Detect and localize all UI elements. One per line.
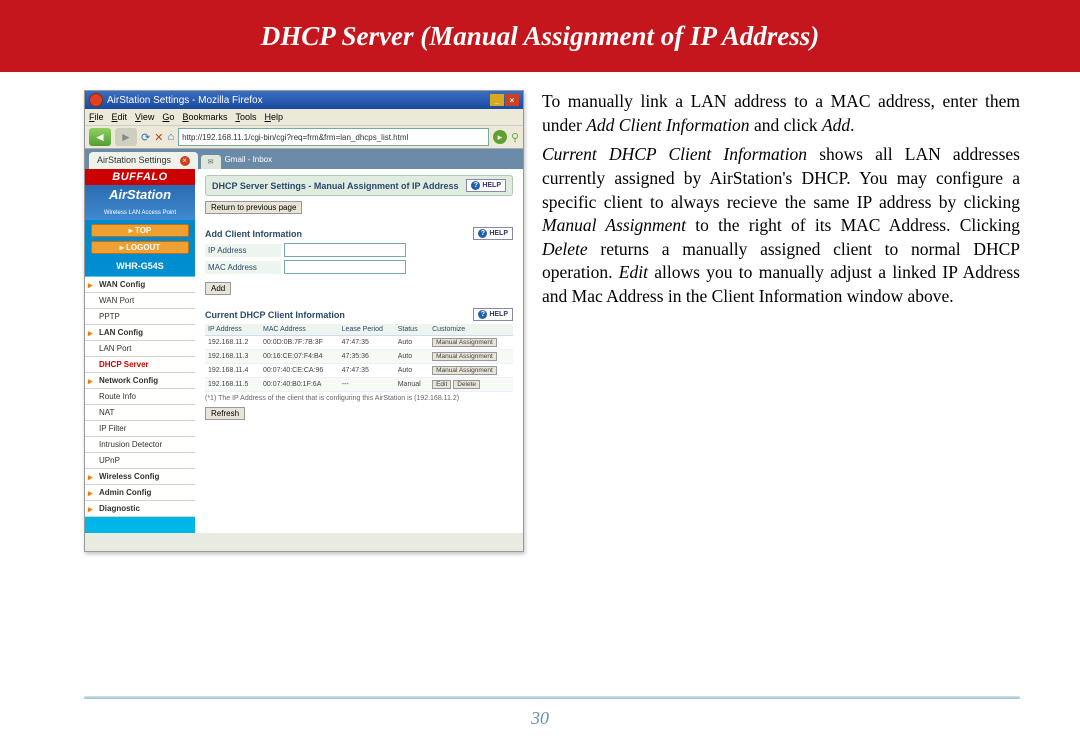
menu-view[interactable]: View [135,112,154,122]
page-number: 30 [0,708,1080,729]
ip-address-label: IP Address [205,244,281,257]
menu-tools[interactable]: Tools [235,112,256,122]
nav-upnp[interactable]: UPnP [85,453,195,469]
col-status: Status [395,324,429,336]
help-button-3[interactable]: HELP [473,308,513,321]
tab-active[interactable]: AirStation Settings × [89,152,198,169]
screenshot-figure: AirStation Settings - Mozilla Firefox _ … [84,90,524,657]
panel-title-bar: DHCP Server Settings - Manual Assignment… [205,175,513,196]
table-row: 192.168.11.3 00:16:CE:07:F4:B4 47:35:36 … [205,350,513,364]
panel-title-text: DHCP Server Settings - Manual Assignment… [212,181,459,191]
forward-button[interactable]: ► [115,128,137,146]
add-button[interactable]: Add [205,282,231,295]
menu-bookmarks[interactable]: Bookmarks [182,112,227,122]
add-client-section: Add Client Information HELP [205,227,513,240]
menu-file[interactable]: File [89,112,104,122]
col-ip: IP Address [205,324,260,336]
nav-network-config[interactable]: Network Config [85,373,195,389]
top-button[interactable]: ▸ TOP [91,224,189,237]
nav-ipfilter[interactable]: IP Filter [85,421,195,437]
manual-assignment-button[interactable]: Manual Assignment [432,352,497,361]
nav-wan-port[interactable]: WAN Port [85,293,195,309]
nav-dhcp-server[interactable]: DHCP Server [85,357,195,373]
help-button-2[interactable]: HELP [473,227,513,240]
paragraph-2: Current DHCP Client Information shows al… [542,143,1020,308]
footer-rule [84,696,1020,699]
menu-help[interactable]: Help [264,112,283,122]
table-footnote: (*1) The IP Address of the client that i… [205,395,513,402]
product-logo: AirStation Wireless LAN Access Point [85,185,195,220]
model-label: WHR-G54S [85,258,195,277]
table-row: 192.168.11.2 00:0D:0B:7F:7B:3F 47:47:35 … [205,336,513,350]
page-title: DHCP Server (Manual Assignment of IP Add… [261,21,820,52]
col-mac: MAC Address [260,324,339,336]
manual-assignment-button[interactable]: Manual Assignment [432,366,497,375]
table-row: 192.168.11.5 00:07:40:B0:1F:6A --- Manua… [205,378,513,392]
go-button[interactable]: ▸ [493,130,507,144]
ip-address-input[interactable] [284,243,406,257]
client-table: IP Address MAC Address Lease Period Stat… [205,324,513,392]
minimize-button[interactable]: _ [490,94,504,106]
nav-wireless-config[interactable]: Wireless Config [85,469,195,485]
tab-secondary[interactable]: ✉ [201,155,221,169]
tab-bar: AirStation Settings × ✉ Gmail - Inbox [85,149,523,169]
sidebar: BUFFALO AirStation Wireless LAN Access P… [85,169,195,533]
stop-icon[interactable]: ✕ [154,131,163,144]
return-button[interactable]: Return to previous page [205,201,302,214]
mac-address-input[interactable] [284,260,406,274]
logout-button[interactable]: ▸ LOGOUT [91,241,189,254]
mac-address-label: MAC Address [205,261,281,274]
menu-edit[interactable]: Edit [112,112,128,122]
nav-route-info[interactable]: Route Info [85,389,195,405]
refresh-button[interactable]: Refresh [205,407,245,420]
instruction-text: To manually link a LAN address to a MAC … [542,90,1020,657]
tab-secondary-label: Gmail - Inbox [225,155,273,164]
browser-toolbar: ◄ ► ⟳ ✕ ⌂ http://192.168.11.1/cgi-bin/cg… [85,125,523,149]
table-row: 192.168.11.4 00:07:40:CE:CA:96 47:47:35 … [205,364,513,378]
window-titlebar: AirStation Settings - Mozilla Firefox _ … [85,91,523,109]
nav-nat[interactable]: NAT [85,405,195,421]
nav-lan-port[interactable]: LAN Port [85,341,195,357]
address-bar[interactable]: http://192.168.11.1/cgi-bin/cgi?req=frm&… [178,128,489,146]
main-panel: DHCP Server Settings - Manual Assignment… [195,169,523,533]
menu-go[interactable]: Go [162,112,174,122]
search-tool-icon[interactable]: ⚲ [511,131,519,144]
reload-icon[interactable]: ⟳ [141,131,150,144]
current-client-section: Current DHCP Client Information HELP [205,308,513,321]
nav-wan-config[interactable]: WAN Config [85,277,195,293]
close-button[interactable]: × [505,94,519,106]
nav-diagnostic[interactable]: Diagnostic [85,501,195,517]
nav-admin-config[interactable]: Admin Config [85,485,195,501]
col-lease: Lease Period [339,324,395,336]
tab-close-icon[interactable]: × [180,156,190,166]
brand-logo: BUFFALO [85,169,195,185]
header-band: DHCP Server (Manual Assignment of IP Add… [0,0,1080,72]
manual-assignment-button[interactable]: Manual Assignment [432,338,497,347]
nav-intrusion[interactable]: Intrusion Detector [85,437,195,453]
firefox-icon [89,93,103,107]
edit-button[interactable]: Edit [432,380,451,389]
home-icon[interactable]: ⌂ [167,131,174,143]
nav-pptp[interactable]: PPTP [85,309,195,325]
paragraph-1: To manually link a LAN address to a MAC … [542,90,1020,137]
window-title: AirStation Settings - Mozilla Firefox [107,95,263,106]
back-button[interactable]: ◄ [89,128,111,146]
nav-lan-config[interactable]: LAN Config [85,325,195,341]
col-customize: Customize [429,324,513,336]
menu-bar: File Edit View Go Bookmarks Tools Help [85,109,523,125]
delete-button[interactable]: Delete [453,380,480,389]
help-button[interactable]: HELP [466,179,506,192]
